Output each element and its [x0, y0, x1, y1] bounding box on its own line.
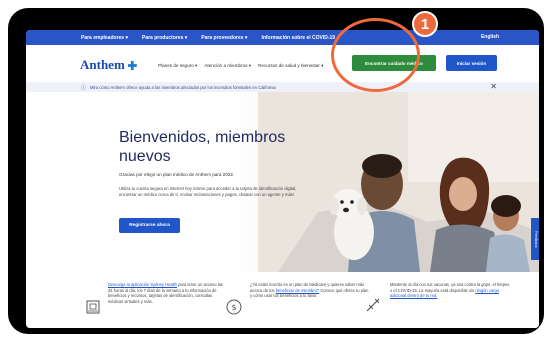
card-reader-icon [86, 300, 100, 314]
device-frame: Para empleadores ▾ Para productores ▾ Pa… [8, 8, 544, 334]
step-marker: 1 [412, 11, 438, 37]
hero-section: Bienvenidos, miembros nuevos Gracias por… [26, 92, 539, 272]
feedback-tab[interactable]: Feedback [531, 218, 539, 260]
main-nav: Planes de seguro ▾ Atención a miembros ▾… [158, 63, 330, 69]
hero-subtitle: Gracias por elegir un plan médico de Ant… [119, 172, 235, 177]
close-icon[interactable]: ✕ [490, 82, 497, 91]
site-header: Anthem Planes de seguro ▾ Atención a mie… [26, 45, 539, 82]
topbar-employers-link[interactable]: Para empleadores ▾ [81, 35, 128, 41]
top-utility-bar: Para empleadores ▾ Para productores ▾ Pa… [26, 30, 539, 45]
topbar-providers-link[interactable]: Para proveedores ▾ [201, 35, 247, 41]
syringe-icon [366, 298, 380, 312]
nav-insurance-plans[interactable]: Planes de seguro ▾ [158, 63, 197, 69]
banner-text[interactable]: Mira cómo Anthem ofrece ayuda a los miem… [90, 85, 276, 90]
sydney-health-card: Descarga la aplicación Sydney Health par… [108, 282, 228, 304]
hero-description: Utiliza tu cuenta segura en Internet hoy… [119, 186, 297, 197]
sydney-health-link[interactable]: Descarga la aplicación Sydney Health [108, 282, 177, 287]
svg-text:$: $ [231, 303, 236, 312]
anthem-logo[interactable]: Anthem [80, 57, 137, 73]
info-icon: ⓘ [81, 84, 87, 91]
highlight-ring [331, 18, 420, 92]
register-now-button[interactable]: Registrarse ahora [119, 218, 180, 233]
blue-cross-icon [127, 61, 137, 70]
dollar-icon: $ [226, 299, 242, 315]
vaccines-card: Mantente al día con tus vacunas, ya sea … [390, 282, 510, 299]
page-title: Bienvenidos, miembros nuevos [119, 129, 286, 165]
nav-member-services[interactable]: Atención a miembros ▾ [204, 63, 251, 69]
nav-health-resources[interactable]: Recursos de salud y bienestar ▾ [258, 63, 323, 69]
medicare-card: ¿Ya estás inscrito en un plan de Medicar… [250, 282, 370, 299]
browser-screen: Para empleadores ▾ Para productores ▾ Pa… [26, 30, 539, 328]
topbar-producers-link[interactable]: Para productores ▾ [142, 35, 187, 41]
login-button[interactable]: Iniciar sesión [446, 55, 497, 71]
topbar-covid-link[interactable]: Información sobre el COVID-19 [261, 35, 335, 41]
family-photo [258, 92, 539, 272]
language-toggle[interactable]: English [481, 34, 499, 40]
member-benefits-link[interactable]: beneficios de miembro? [276, 288, 319, 293]
wildfire-banner: ⓘ Mira cómo Anthem ofrece ayuda a los mi… [26, 82, 539, 92]
info-cards-strip: Descarga la aplicación Sydney Health par… [26, 272, 539, 328]
